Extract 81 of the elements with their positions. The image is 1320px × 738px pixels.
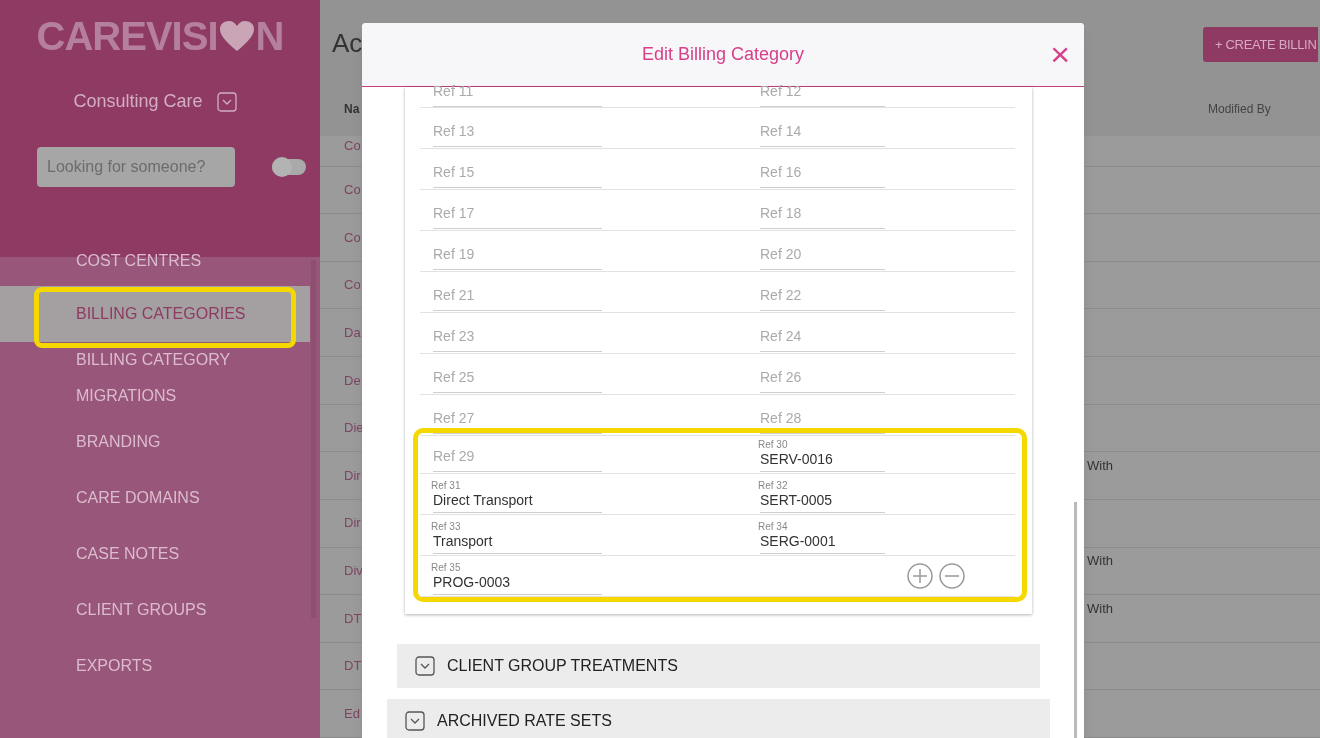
field-value: SERT-0005 bbox=[760, 490, 834, 509]
section-title: ARCHIVED RATE SETS bbox=[437, 711, 612, 731]
nav-item[interactable]: CASE NOTES bbox=[0, 526, 310, 582]
input-field[interactable]: Ref 25 bbox=[433, 355, 602, 393]
table-cell-text: DT bbox=[343, 657, 363, 676]
input-field[interactable]: Ref 21 bbox=[433, 273, 602, 311]
heart-icon bbox=[218, 20, 255, 52]
field-label: Ref 31 bbox=[431, 479, 462, 491]
section-title: CLIENT GROUP TREATMENTS bbox=[447, 656, 678, 676]
input-field[interactable]: Ref 28 bbox=[760, 396, 885, 434]
input-field[interactable]: Ref 23 bbox=[433, 314, 602, 352]
table-cell-text: Co bbox=[343, 181, 362, 200]
column-header: Modified By bbox=[1208, 101, 1271, 118]
dropdown-icon[interactable] bbox=[216, 91, 237, 112]
table-cell-text: De bbox=[343, 371, 362, 390]
input-field[interactable]: Ref 11 bbox=[433, 70, 602, 107]
input-field[interactable]: Ref 12 bbox=[760, 70, 885, 107]
nav-item[interactable]: BILLING CATEGORIES bbox=[0, 286, 310, 342]
input-field[interactable]: Ref 29 bbox=[433, 434, 602, 472]
table-cell-text: With bbox=[1087, 599, 1113, 618]
input-field[interactable]: Ref 16 bbox=[760, 150, 885, 188]
field-label: Ref 30 bbox=[758, 438, 789, 450]
field-value: Transport bbox=[433, 531, 494, 550]
nav-item[interactable]: EXPORTS bbox=[0, 638, 310, 694]
accordion-header[interactable]: ARCHIVED RATE SETS bbox=[387, 699, 1050, 738]
field-label: Ref 35 bbox=[431, 561, 462, 573]
input-field[interactable]: Ref 19 bbox=[433, 232, 602, 270]
field-value: PROG-0003 bbox=[433, 572, 512, 591]
input-field[interactable]: Ref 34 SERG-0001 bbox=[760, 516, 885, 554]
page-title: Ac bbox=[332, 27, 363, 60]
field-value: SERG-0001 bbox=[760, 531, 837, 550]
organisation-name: Consulting Care bbox=[73, 90, 203, 113]
accordion-header[interactable]: CLIENT GROUP TREATMENTS bbox=[397, 644, 1040, 688]
dialog-title: Edit Billing Category bbox=[641, 43, 805, 66]
field-label: Ref 32 bbox=[758, 479, 789, 491]
nav-item[interactable]: COST CENTRES bbox=[0, 253, 310, 286]
table-cell-text: Da bbox=[343, 324, 362, 342]
input-field[interactable]: Ref 35 PROG-0003 bbox=[433, 557, 602, 595]
table-cell-text: With bbox=[1087, 456, 1113, 475]
input-field[interactable]: Ref 14 bbox=[760, 109, 885, 147]
field-label: Ref 34 bbox=[758, 520, 789, 532]
field-value: Direct Transport bbox=[433, 490, 534, 509]
table-cell-text: Dir bbox=[343, 466, 362, 485]
table-cell-text: DT bbox=[343, 609, 363, 628]
input-field[interactable]: Ref 24 bbox=[760, 314, 885, 352]
create-button[interactable]: + CREATE BILLIN bbox=[1203, 27, 1319, 62]
input-field[interactable]: Ref 33 Transport bbox=[433, 516, 602, 554]
table-cell-text: Die bbox=[343, 419, 365, 438]
input-field[interactable]: Ref 20 bbox=[760, 232, 885, 270]
table-cell-text: Co bbox=[343, 228, 362, 247]
input-field[interactable]: Ref 22 bbox=[760, 273, 885, 311]
table-cell-text: Div bbox=[343, 562, 364, 581]
input-field[interactable]: Ref 31 Direct Transport bbox=[433, 475, 602, 513]
nav-item[interactable]: BRANDING bbox=[0, 414, 310, 470]
field-label: Ref 33 bbox=[431, 520, 462, 532]
input-field[interactable]: Ref 17 bbox=[433, 191, 602, 229]
input-field[interactable]: Ref 15 bbox=[433, 150, 602, 188]
table-cell-text: Co bbox=[343, 276, 362, 295]
input-field[interactable]: Ref 13 bbox=[433, 109, 602, 147]
table-cell-text: Ed bbox=[343, 704, 361, 723]
input-field[interactable]: Ref 32 SERT-0005 bbox=[760, 475, 885, 513]
field-value: SERV-0016 bbox=[760, 449, 834, 468]
search-field[interactable]: Looking for someone? bbox=[37, 147, 235, 187]
input-field[interactable]: Ref 30 SERV-0016 bbox=[760, 434, 885, 472]
table-cell-text: Dir bbox=[343, 514, 362, 533]
table-cell-text: Co bbox=[343, 136, 362, 155]
expand-icon bbox=[415, 656, 435, 676]
nav-item[interactable]: CLIENT GROUPS bbox=[0, 582, 310, 638]
add-icon[interactable] bbox=[907, 563, 933, 589]
table-cell-text: With bbox=[1087, 552, 1113, 571]
nav-item[interactable]: CARE DOMAINS bbox=[0, 470, 310, 526]
nav-item[interactable]: BILLING CATEGORY MIGRATIONS bbox=[0, 342, 310, 414]
remove-icon[interactable] bbox=[939, 563, 965, 589]
logo: CAREVISI N bbox=[36, 14, 284, 58]
input-field[interactable]: Ref 18 bbox=[760, 191, 885, 229]
column-header: Na bbox=[344, 101, 360, 118]
close-button[interactable]: × bbox=[1050, 37, 1070, 71]
input-field[interactable]: Ref 27 bbox=[433, 396, 602, 434]
expand-icon bbox=[405, 711, 425, 731]
input-field[interactable]: Ref 26 bbox=[760, 355, 885, 393]
toggle-switch[interactable] bbox=[272, 159, 306, 175]
